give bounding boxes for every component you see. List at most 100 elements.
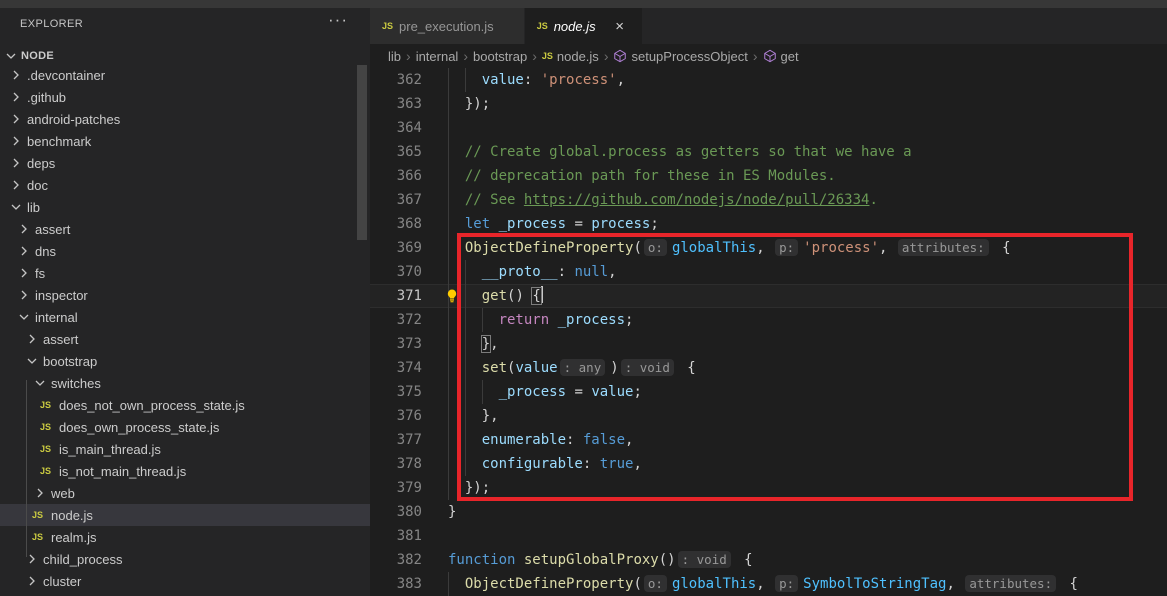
code-line-383[interactable]: 383 ObjectDefineProperty(o:globalThis, p… <box>370 572 1167 596</box>
line-number[interactable]: 366 <box>370 164 422 188</box>
tree-folder-benchmark[interactable]: benchmark <box>0 130 370 152</box>
line-number[interactable]: 365 <box>370 140 422 164</box>
tree-folder-web[interactable]: web <box>0 482 370 504</box>
tree-folder-.devcontainer[interactable]: .devcontainer <box>0 64 370 86</box>
code-line-content[interactable]: set(value: any): void { <box>422 356 1167 380</box>
line-number[interactable]: 383 <box>370 572 422 596</box>
code-line-content[interactable]: _process = value; <box>422 380 1167 404</box>
code-line-content[interactable]: }, <box>422 404 1167 428</box>
line-number[interactable]: 368 <box>370 212 422 236</box>
tree-folder-assert[interactable]: assert <box>0 328 370 350</box>
line-number[interactable]: 371 <box>370 284 422 308</box>
code-line-content[interactable] <box>422 524 1167 548</box>
tree-folder-deps[interactable]: deps <box>0 152 370 174</box>
tab-node.js[interactable]: JSnode.js× <box>525 8 643 44</box>
tree-folder-fs[interactable]: fs <box>0 262 370 284</box>
line-number[interactable]: 373 <box>370 332 422 356</box>
code-line-367[interactable]: 367 // See https://github.com/nodejs/nod… <box>370 188 1167 212</box>
tree-file-does_not_own_process_state.js[interactable]: JSdoes_not_own_process_state.js <box>0 394 370 416</box>
sidebar-scrollbar[interactable] <box>357 65 367 240</box>
tree-folder-doc[interactable]: doc <box>0 174 370 196</box>
tab-pre_execution.js[interactable]: JSpre_execution.js <box>370 8 525 44</box>
line-number[interactable]: 381 <box>370 524 422 548</box>
code-line-content[interactable]: let _process = process; <box>422 212 1167 236</box>
tree-folder-dns[interactable]: dns <box>0 240 370 262</box>
code-line-content[interactable]: function setupGlobalProxy(): void { <box>422 548 1167 572</box>
line-number[interactable]: 370 <box>370 260 422 284</box>
tree-folder-.github[interactable]: .github <box>0 86 370 108</box>
code-line-content[interactable]: ObjectDefineProperty(o:globalThis, p:'pr… <box>422 236 1167 260</box>
code-line-content[interactable]: }); <box>422 92 1167 116</box>
line-number[interactable]: 382 <box>370 548 422 572</box>
code-line-content[interactable]: get() { <box>422 284 1167 308</box>
breadcrumb-item-bootstrap[interactable]: bootstrap <box>473 49 527 64</box>
tree-file-node.js[interactable]: JSnode.js <box>0 504 370 526</box>
code-line-380[interactable]: 380} <box>370 500 1167 524</box>
code-line-364[interactable]: 364 <box>370 116 1167 140</box>
code-line-378[interactable]: 378 configurable: true, <box>370 452 1167 476</box>
code-line-368[interactable]: 368 let _process = process; <box>370 212 1167 236</box>
tree-folder-android-patches[interactable]: android-patches <box>0 108 370 130</box>
line-number[interactable]: 367 <box>370 188 422 212</box>
breadcrumb-item-lib[interactable]: lib <box>388 49 401 64</box>
code-line-content[interactable]: // See https://github.com/nodejs/node/pu… <box>422 188 1167 212</box>
code-line-content[interactable]: configurable: true, <box>422 452 1167 476</box>
line-number[interactable]: 380 <box>370 500 422 524</box>
code-line-374[interactable]: 374 set(value: any): void { <box>370 356 1167 380</box>
code-line-content[interactable]: return _process; <box>422 308 1167 332</box>
code-line-content[interactable]: } <box>422 500 1167 524</box>
tree-folder-lib[interactable]: lib <box>0 196 370 218</box>
code-line-363[interactable]: 363 }); <box>370 92 1167 116</box>
more-actions-icon[interactable]: ··· <box>328 10 348 30</box>
code-editor[interactable]: 362 value: 'process',363 });364365 // Cr… <box>370 68 1167 596</box>
comment-link[interactable]: https://github.com/nodejs/node/pull/2633… <box>524 192 870 208</box>
code-line-365[interactable]: 365 // Create global.process as getters … <box>370 140 1167 164</box>
code-line-376[interactable]: 376 }, <box>370 404 1167 428</box>
code-line-373[interactable]: 373 }, <box>370 332 1167 356</box>
tree-folder-child_process[interactable]: child_process <box>0 548 370 570</box>
breadcrumb-item-internal[interactable]: internal <box>416 49 459 64</box>
code-line-content[interactable]: }, <box>422 332 1167 356</box>
code-line-content[interactable]: // Create global.process as getters so t… <box>422 140 1167 164</box>
tree-folder-inspector[interactable]: inspector <box>0 284 370 306</box>
code-line-content[interactable]: __proto__: null, <box>422 260 1167 284</box>
code-line-content[interactable]: enumerable: false, <box>422 428 1167 452</box>
breadcrumb-item-get[interactable]: get <box>763 49 799 64</box>
tree-file-is_main_thread.js[interactable]: JSis_main_thread.js <box>0 438 370 460</box>
line-number[interactable]: 374 <box>370 356 422 380</box>
code-line-369[interactable]: 369 ObjectDefineProperty(o:globalThis, p… <box>370 236 1167 260</box>
code-line-377[interactable]: 377 enumerable: false, <box>370 428 1167 452</box>
code-line-372[interactable]: 372 return _process; <box>370 308 1167 332</box>
code-line-content[interactable]: // deprecation path for these in ES Modu… <box>422 164 1167 188</box>
tree-file-does_own_process_state.js[interactable]: JSdoes_own_process_state.js <box>0 416 370 438</box>
code-line-371[interactable]: 371 get() { <box>370 284 1167 308</box>
lightbulb-icon[interactable] <box>444 288 460 304</box>
line-number[interactable]: 364 <box>370 116 422 140</box>
code-line-379[interactable]: 379 }); <box>370 476 1167 500</box>
breadcrumb-item-setupProcessObject[interactable]: setupProcessObject <box>613 49 747 64</box>
line-number[interactable]: 375 <box>370 380 422 404</box>
code-line-content[interactable]: value: 'process', <box>422 68 1167 92</box>
line-number[interactable]: 379 <box>370 476 422 500</box>
close-icon[interactable]: × <box>610 18 630 35</box>
code-line-375[interactable]: 375 _process = value; <box>370 380 1167 404</box>
code-line-content[interactable]: ObjectDefineProperty(o:globalThis, p:Sym… <box>422 572 1167 596</box>
tree-folder-switches[interactable]: switches <box>0 372 370 394</box>
tree-folder-internal[interactable]: internal <box>0 306 370 328</box>
code-line-381[interactable]: 381 <box>370 524 1167 548</box>
code-line-content[interactable] <box>422 116 1167 140</box>
code-line-366[interactable]: 366 // deprecation path for these in ES … <box>370 164 1167 188</box>
line-number[interactable]: 376 <box>370 404 422 428</box>
code-line-362[interactable]: 362 value: 'process', <box>370 68 1167 92</box>
line-number[interactable]: 363 <box>370 92 422 116</box>
code-line-content[interactable]: }); <box>422 476 1167 500</box>
tree-folder-assert[interactable]: assert <box>0 218 370 240</box>
line-number[interactable]: 378 <box>370 452 422 476</box>
code-line-382[interactable]: 382function setupGlobalProxy(): void { <box>370 548 1167 572</box>
line-number[interactable]: 369 <box>370 236 422 260</box>
line-number[interactable]: 372 <box>370 308 422 332</box>
tree-folder-bootstrap[interactable]: bootstrap <box>0 350 370 372</box>
code-line-370[interactable]: 370 __proto__: null, <box>370 260 1167 284</box>
tree-file-is_not_main_thread.js[interactable]: JSis_not_main_thread.js <box>0 460 370 482</box>
line-number[interactable]: 362 <box>370 68 422 92</box>
